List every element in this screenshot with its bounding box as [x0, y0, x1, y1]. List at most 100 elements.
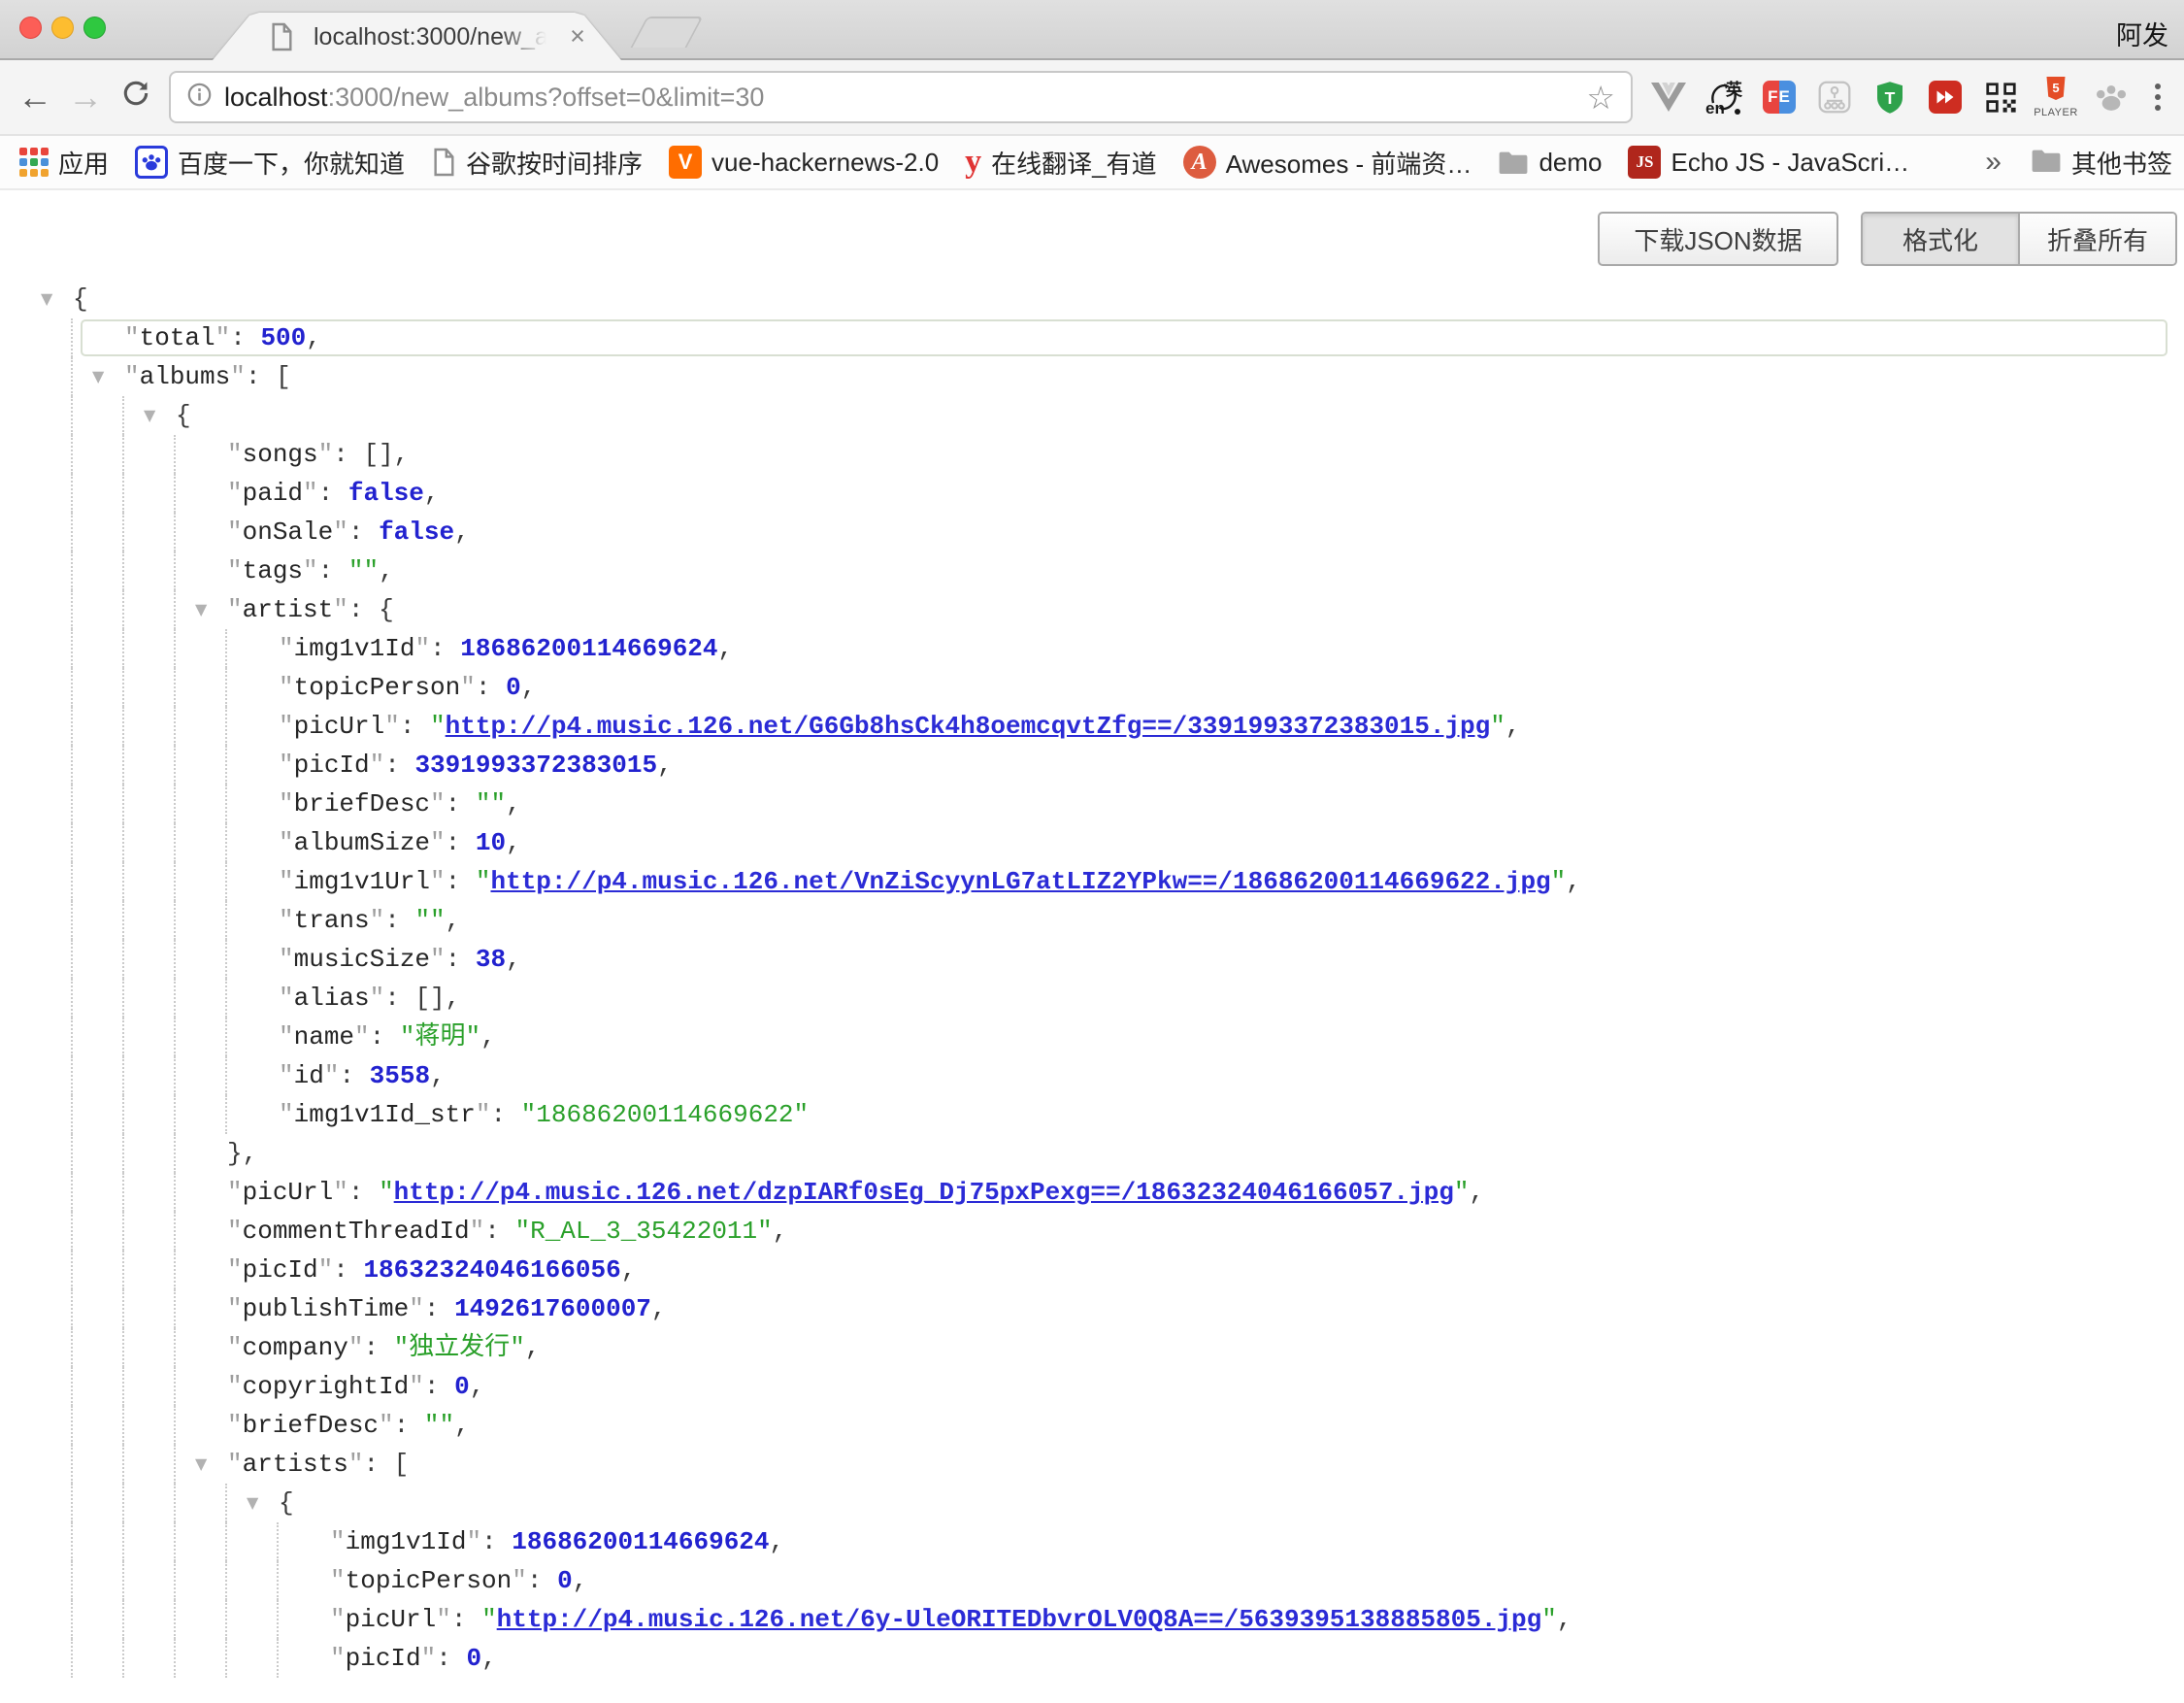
json-key: picId	[346, 1644, 421, 1673]
json-line-content: "trans": "",	[0, 901, 460, 940]
awesomes-icon: A	[1183, 146, 1216, 179]
bookmark-echojs[interactable]: JSEcho JS - JavaScri…	[1628, 146, 1909, 179]
bookmarks-overflow-icon[interactable]: »	[1985, 146, 2002, 179]
bookmark-star-icon[interactable]: ☆	[1586, 79, 1615, 117]
json-line: ▼{	[0, 396, 2184, 435]
browser-tab[interactable]: localhost:3000/new_albums?o ×	[213, 13, 621, 60]
json-line: "commentThreadId": "R_AL_3_35422011",	[0, 1212, 2184, 1251]
other-bookmarks-folder[interactable]: 其他书签	[2031, 145, 2172, 181]
back-button[interactable]: ←	[10, 72, 60, 122]
extension-qrcode[interactable]	[1982, 75, 2019, 119]
url-text[interactable]: localhost:3000/new_albums?offset=0&limit…	[224, 83, 1574, 113]
json-line-content: "albums": [	[0, 357, 291, 396]
bookmark-vue-hackernews[interactable]: Vvue-hackernews-2.0	[669, 146, 939, 179]
json-line-content: "picId": 3391993372383015,	[0, 746, 673, 785]
bookmark-baidu[interactable]: 百度一下，你就知道	[135, 145, 405, 181]
json-key: picId	[294, 751, 370, 780]
extension-vue-devtools[interactable]	[1650, 75, 1687, 119]
forward-button[interactable]: →	[60, 72, 111, 122]
extension-html5-player[interactable]: 5PLAYER	[2037, 75, 2074, 119]
json-key: artist	[243, 595, 334, 624]
json-key: publishTime	[243, 1294, 410, 1323]
tab-strip: localhost:3000/new_albums?o × 阿发	[0, 0, 2184, 60]
json-line: "trans": "",	[0, 901, 2184, 940]
json-line-content: {	[0, 280, 88, 318]
json-line-content: "img1v1Id": 18686200114669624,	[0, 629, 733, 668]
fast-forward-icon	[1929, 81, 1962, 114]
bookmark-awesomes[interactable]: A Awesomes - 前端资…	[1183, 145, 1473, 181]
json-value: ""	[348, 556, 379, 585]
bookmark-demo[interactable]: demo	[1498, 148, 1602, 178]
json-line: "onSale": false,	[0, 513, 2184, 551]
extension-paw[interactable]	[2093, 75, 2130, 119]
collapse-all-button[interactable]: 折叠所有	[2018, 214, 2175, 264]
profile-name[interactable]: 阿发	[2116, 15, 2168, 52]
json-line-content: "picUrl": "http://p4.music.126.net/6y-Ul…	[0, 1600, 1572, 1639]
shield-icon: T	[1875, 82, 1904, 114]
json-close-bracket: },	[227, 1139, 257, 1168]
address-bar[interactable]: localhost:3000/new_albums?offset=0&limit…	[169, 71, 1633, 123]
json-value: 0	[454, 1372, 470, 1401]
tab-close-icon[interactable]: ×	[562, 20, 593, 51]
json-line-content: "albumSize": 10,	[0, 823, 521, 862]
info-icon[interactable]	[186, 82, 213, 113]
json-link[interactable]: http://p4.music.126.net/dzpIARf0sEg_Dj75…	[394, 1178, 1454, 1207]
json-value: 3558	[370, 1061, 430, 1090]
extension-translate[interactable]: 英en	[1705, 75, 1742, 119]
format-button[interactable]: 格式化	[1863, 214, 2018, 264]
svg-text:5: 5	[2052, 81, 2059, 95]
vue-gray-icon	[1651, 83, 1686, 112]
bookmark-youdao[interactable]: y在线翻译_有道	[965, 144, 1156, 181]
json-line-content: "songs": [],	[0, 435, 409, 474]
browser-menu-icon[interactable]	[2137, 75, 2178, 119]
json-line: "img1v1Id_str": "18686200114669622"	[0, 1095, 2184, 1134]
window-minimize-button[interactable]	[51, 17, 74, 39]
json-line: "company": "独立发行",	[0, 1328, 2184, 1367]
bookmark-apps[interactable]: 应用	[19, 145, 109, 181]
json-value: ""	[414, 906, 445, 935]
json-line-content: "picUrl": "http://p4.music.126.net/dzpIA…	[0, 1173, 1484, 1212]
extension-tampermonkey[interactable]: T	[1871, 75, 1908, 119]
json-line-content: },	[0, 1134, 257, 1173]
json-link[interactable]: http://p4.music.126.net/6y-UleORITEDbvrO…	[497, 1605, 1542, 1634]
json-link[interactable]: http://p4.music.126.net/G6Gb8hsCk4h8oemc…	[446, 712, 1491, 741]
json-value: 38	[476, 945, 506, 974]
download-json-button[interactable]: 下载JSON数据	[1598, 212, 1838, 266]
browser-toolbar: ← → localhost:3000/new_albums?offset=0&l…	[0, 60, 2184, 136]
extensions-bar: 英en FE T 5PLAYER	[1644, 75, 2137, 119]
json-key: name	[294, 1022, 354, 1052]
json-line-content: "picUrl": "http://p4.music.126.net/G6Gb8…	[0, 707, 1520, 746]
json-value: 1492617600007	[454, 1294, 651, 1323]
json-line: "picId": 0,	[0, 1639, 2184, 1678]
window-controls	[19, 17, 106, 39]
json-line-content: "briefDesc": "",	[0, 1406, 470, 1445]
json-line: "img1v1Url": "http://p4.music.126.net/Vn…	[0, 862, 2184, 901]
json-value: "独立发行"	[394, 1333, 525, 1362]
bookmarks-bar: 应用百度一下，你就知道谷歌按时间排序 Vvue-hackernews-2.0 y在线…	[0, 136, 2184, 190]
paw-icon	[2095, 82, 2128, 113]
json-line: "picId": 18632324046166056,	[0, 1251, 2184, 1289]
bookmark-google-sort[interactable]: 谷歌按时间排序	[431, 145, 643, 181]
extension-video-fast-forward[interactable]	[1927, 75, 1964, 119]
json-value: "蒋明"	[400, 1022, 480, 1052]
bookmark-label: Awesomes - 前端资…	[1226, 145, 1473, 181]
extension-org-chart[interactable]	[1816, 75, 1853, 119]
json-line: "albumSize": 10,	[0, 823, 2184, 862]
json-value: ""	[476, 789, 506, 818]
json-line: ▼"albums": [	[0, 357, 2184, 396]
window-zoom-button[interactable]	[83, 17, 106, 39]
json-value: false	[348, 479, 424, 508]
json-value: []	[414, 984, 445, 1013]
window-close-button[interactable]	[19, 17, 42, 39]
new-tab-button[interactable]	[630, 17, 703, 48]
json-key: img1v1Id	[346, 1527, 467, 1556]
page-icon	[431, 148, 456, 177]
json-line: "picId": 3391993372383015,	[0, 746, 2184, 785]
bookmark-label: 在线翻译_有道	[991, 145, 1156, 181]
reload-button[interactable]	[111, 72, 161, 122]
json-link[interactable]: http://p4.music.126.net/VnZiScyynLG7atLI…	[490, 867, 1550, 896]
extension-fehelper[interactable]: FE	[1761, 75, 1798, 119]
json-key: company	[243, 1333, 348, 1362]
format-toggle-group: 格式化 折叠所有	[1861, 212, 2177, 266]
json-line: "topicPerson": 0,	[0, 1561, 2184, 1600]
